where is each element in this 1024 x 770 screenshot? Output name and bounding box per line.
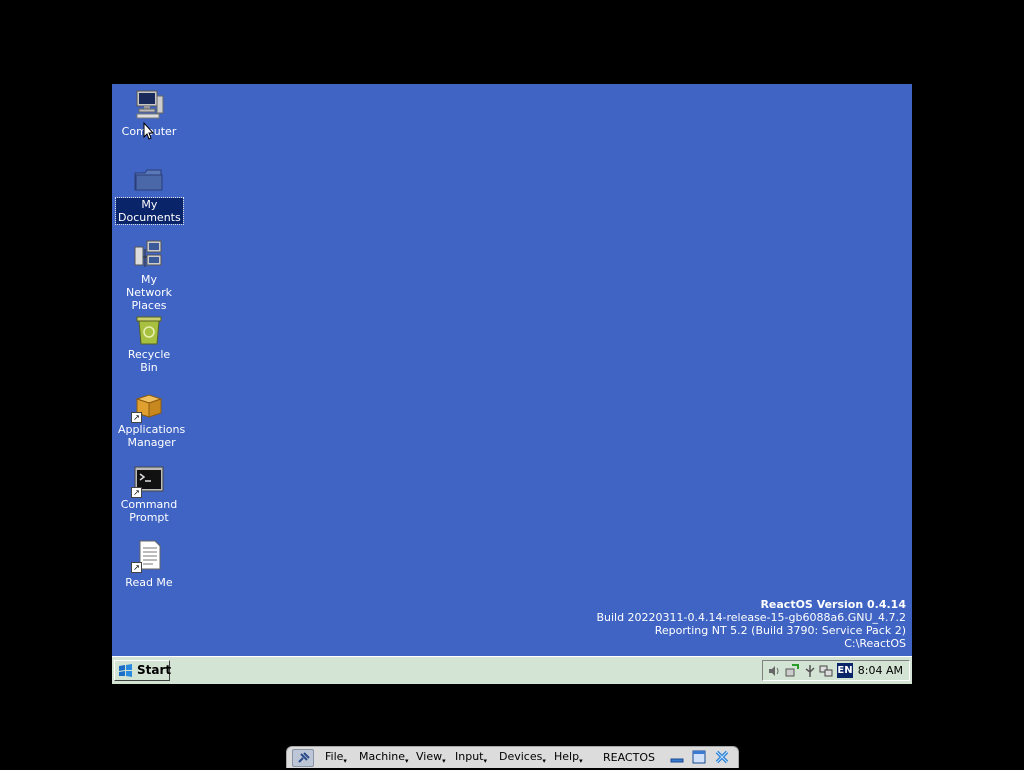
network-monitor-icon[interactable] [819, 664, 833, 678]
package-box-icon: ↗ [131, 389, 165, 423]
desktop-icon-read-me[interactable]: ↗ Read Me [116, 539, 182, 590]
desktop-icon-my-network-places[interactable]: My Network Places [116, 239, 182, 313]
terminal-icon: ↗ [131, 464, 165, 498]
vm-screen: Computer My Documents [112, 84, 912, 684]
desktop-icon-command-prompt[interactable]: ↗ Command Prompt [116, 464, 182, 525]
desktop[interactable]: Computer My Documents [112, 84, 912, 656]
menu-help[interactable]: Help▾ [554, 750, 583, 768]
clock[interactable]: 8:04 AM [858, 661, 903, 680]
desktop-icon-recycle-bin[interactable]: Recycle Bin [116, 314, 182, 375]
desktop-icon-applications-manager[interactable]: ↗ Applications Manager [116, 389, 185, 450]
menu-devices[interactable]: Devices▾ [499, 750, 546, 768]
start-button[interactable]: Start [114, 660, 172, 681]
menu-input[interactable]: Input▾ [455, 750, 487, 768]
restore-icon[interactable] [691, 749, 707, 765]
reactos-logo-icon [119, 664, 132, 677]
version-reporting: Reporting NT 5.2 (Build 3790: Service Pa… [654, 624, 906, 637]
document-icon: ↗ [131, 539, 165, 573]
network-connection-icon[interactable] [785, 664, 799, 678]
menu-file[interactable]: File▾ [325, 750, 347, 768]
vm-mini-toolbar: File▾ Machine▾ View▾ Input▾ Devices▾ Hel… [286, 746, 739, 768]
menu-machine[interactable]: Machine▾ [359, 750, 409, 768]
desktop-icon-label: My Documents [115, 197, 184, 225]
desktop-icon-label: My Network Places [126, 273, 172, 312]
desktop-icon-label: Applications Manager [118, 423, 186, 449]
desktop-icon-label: Recycle Bin [127, 348, 171, 374]
start-label: Start [137, 663, 172, 677]
version-info: ReactOS Version 0.4.14 Build 20220311-0.… [596, 598, 906, 650]
recycle-bin-icon [133, 314, 165, 346]
shortcut-arrow-icon: ↗ [131, 487, 142, 498]
shortcut-arrow-icon: ↗ [131, 562, 142, 573]
folder-icon [133, 164, 165, 196]
version-title: ReactOS Version 0.4.14 [760, 598, 906, 611]
computer-icon [133, 88, 165, 120]
taskbar: Start EN 8:04 AM [112, 656, 912, 684]
pin-icon[interactable] [292, 749, 314, 767]
menu-view[interactable]: View▾ [416, 750, 446, 768]
usb-device-icon[interactable] [803, 664, 817, 678]
minimize-icon[interactable] [669, 749, 685, 765]
shortcut-arrow-icon: ↗ [131, 412, 142, 423]
language-indicator[interactable]: EN [837, 663, 853, 678]
vm-title: REACTOS [603, 751, 655, 764]
mouse-cursor-icon [143, 122, 155, 140]
system-tray: EN 8:04 AM [762, 660, 910, 681]
desktop-icon-my-documents[interactable]: My Documents [115, 164, 184, 225]
network-places-icon [133, 239, 165, 271]
desktop-icon-label: Command Prompt [120, 498, 178, 524]
version-path: C:\ReactOS [844, 637, 906, 650]
version-build: Build 20220311-0.4.14-release-15-gb6088a… [596, 611, 906, 624]
close-icon[interactable] [714, 749, 730, 765]
volume-icon[interactable] [767, 664, 781, 678]
desktop-icon-label: Read Me [125, 576, 173, 589]
